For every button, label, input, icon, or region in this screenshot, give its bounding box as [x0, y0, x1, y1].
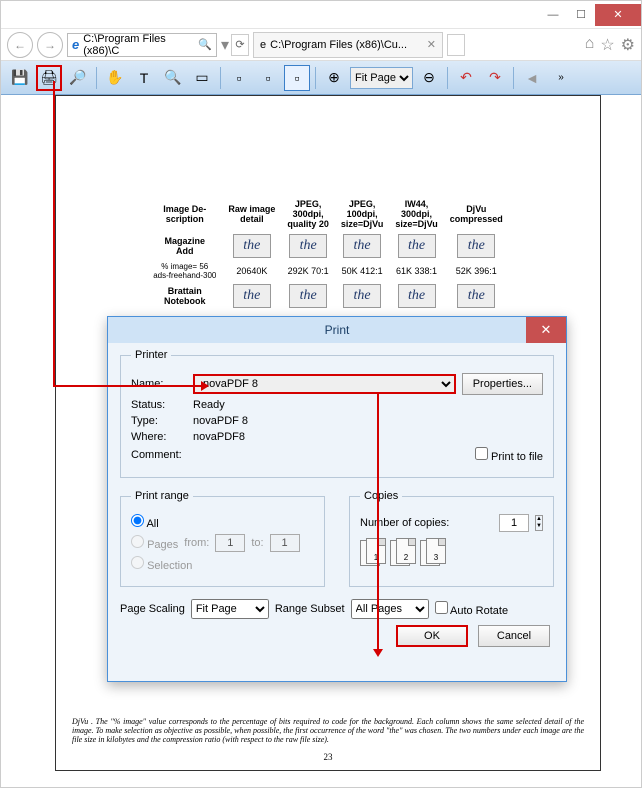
subset-label: Range Subset — [275, 603, 345, 615]
copies-input[interactable] — [499, 514, 529, 532]
facing-button[interactable]: ▫ — [284, 65, 310, 91]
pan-tool-button[interactable]: ✋ — [102, 65, 128, 91]
type-value: novaPDF 8 — [193, 415, 248, 427]
printer-name-select[interactable]: novaPDF 8 — [193, 374, 456, 394]
ie-icon: e — [72, 37, 79, 52]
print-dialog: Print ✕ Printer Name: novaPDF 8 Properti… — [107, 316, 567, 682]
copies-up[interactable]: ▲ — [536, 516, 542, 523]
maximize-button[interactable]: ☐ — [567, 4, 595, 26]
rotate-cw-button[interactable]: ↷ — [482, 65, 508, 91]
subset-select[interactable]: All Pages — [351, 599, 429, 619]
back-button[interactable]: ← — [7, 32, 33, 58]
range-legend: Print range — [131, 490, 193, 502]
zoom-in-button[interactable]: ⊕ — [321, 65, 347, 91]
auto-rotate-checkbox[interactable]: Auto Rotate — [435, 601, 509, 617]
minimize-button[interactable]: — — [539, 4, 567, 26]
browser-tab[interactable]: e C:\Program Files (x86)\Cu... ✕ — [253, 32, 443, 58]
tab-close-icon[interactable]: ✕ — [427, 38, 436, 51]
comment-label: Comment: — [131, 449, 187, 461]
text-select-button[interactable]: T — [131, 65, 157, 91]
home-icon[interactable]: ⌂ — [585, 35, 595, 55]
status-label: Status: — [131, 399, 187, 411]
tab-title: C:\Program Files (x86)\Cu... — [270, 39, 407, 51]
range-all-radio[interactable]: All — [131, 514, 159, 530]
name-label: Name: — [131, 378, 187, 390]
range-pages-radio[interactable]: Pages — [131, 535, 178, 551]
zoom-tool-button[interactable]: 🔍 — [160, 65, 186, 91]
copies-legend: Copies — [360, 490, 402, 502]
properties-button[interactable]: Properties... — [462, 373, 543, 395]
continuous-button[interactable]: ▫ — [255, 65, 281, 91]
save-button[interactable]: 💾 — [7, 65, 33, 91]
marquee-button[interactable]: ▭ — [189, 65, 215, 91]
favorites-icon[interactable]: ☆ — [600, 35, 614, 55]
copies-label: Number of copies: — [360, 517, 449, 529]
print-button[interactable]: 🖨 — [36, 65, 62, 91]
where-value: novaPDF8 — [193, 431, 245, 443]
refresh-button[interactable]: ⟳ — [231, 34, 249, 56]
forward-button[interactable]: → — [37, 32, 63, 58]
copies-down[interactable]: ▼ — [536, 523, 542, 530]
from-input — [215, 534, 245, 552]
new-tab-button[interactable] — [447, 34, 465, 56]
where-label: Where: — [131, 431, 187, 443]
single-page-button[interactable]: ▫ — [226, 65, 252, 91]
rotate-ccw-button[interactable]: ↶ — [453, 65, 479, 91]
status-value: Ready — [193, 399, 225, 411]
to-input — [270, 534, 300, 552]
ok-button[interactable]: OK — [396, 625, 468, 647]
page-number: 23 — [56, 752, 600, 762]
zoom-select[interactable]: Fit Page — [350, 67, 413, 89]
scaling-select[interactable]: Fit Page — [191, 599, 269, 619]
type-label: Type: — [131, 415, 187, 427]
print-to-file-checkbox[interactable]: Print to file — [475, 447, 543, 463]
scaling-label: Page Scaling — [120, 603, 185, 615]
figure-caption: DjVu . The "% image" value corresponds t… — [56, 717, 600, 744]
more-button[interactable]: » — [548, 65, 574, 91]
address-bar[interactable]: e C:\Program Files (x86)\C 🔍 — [67, 33, 217, 57]
ie-icon: e — [260, 39, 266, 51]
range-selection-radio[interactable]: Selection — [131, 556, 192, 572]
cancel-button[interactable]: Cancel — [478, 625, 550, 647]
prev-page-button[interactable]: ◄ — [519, 65, 545, 91]
find-button[interactable]: 🔎 — [65, 65, 91, 91]
settings-icon[interactable]: ⚙ — [621, 35, 635, 55]
dialog-title: Print ✕ — [108, 317, 566, 343]
printer-legend: Printer — [131, 349, 171, 361]
url-text: C:\Program Files (x86)\C — [83, 33, 194, 57]
dialog-close-button[interactable]: ✕ — [526, 317, 566, 343]
collate-preview: 11 22 33 — [360, 538, 543, 566]
window-close-button[interactable]: ✕ — [595, 4, 641, 26]
zoom-out-button[interactable]: ⊖ — [416, 65, 442, 91]
